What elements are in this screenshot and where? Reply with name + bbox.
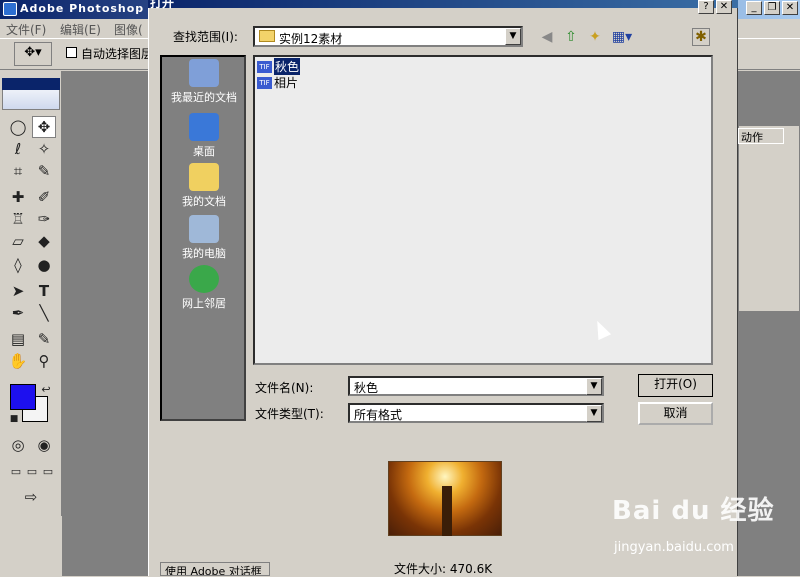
menu-image[interactable]: 图像( — [114, 21, 143, 38]
brush-tool-icon[interactable]: ✐ — [32, 186, 56, 208]
use-dialog-button[interactable]: 使用 Adobe 对话框 — [160, 562, 270, 576]
chevron-down-icon[interactable]: ▼ — [505, 28, 521, 45]
cancel-button[interactable]: 取消 — [638, 402, 713, 425]
history-brush-tool-icon[interactable]: ✑ — [32, 208, 56, 230]
jump-to-imageready-icon[interactable]: ⇨ — [6, 486, 56, 508]
place-my-computer[interactable]: 我的电脑 — [162, 215, 246, 261]
view-menu-icon[interactable]: ▦▾ — [610, 28, 634, 46]
place-my-documents[interactable]: 我的文档 — [162, 163, 246, 209]
my-computer-icon — [189, 215, 219, 243]
file-list: TIF 秋色 TIF 相片 — [253, 55, 713, 365]
file-name: 相片 — [274, 76, 299, 90]
file-size: 文件大小: 470.6K — [394, 562, 493, 576]
default-colors-icon[interactable]: ■ — [2, 408, 26, 430]
photoshop-logo-icon — [3, 2, 17, 16]
crop-tool-icon[interactable]: ⌗ — [6, 160, 30, 182]
place-network[interactable]: 网上邻居 — [162, 265, 246, 311]
chevron-down-icon[interactable]: ▼ — [586, 405, 602, 422]
dialog-title: 打开 — [150, 0, 175, 10]
app-minimize-button[interactable]: _ — [746, 1, 762, 15]
path-selection-tool-icon[interactable]: ➤ — [6, 280, 30, 302]
open-button[interactable]: 打开(O) — [638, 374, 713, 397]
screen-mode-full-icon[interactable]: ▭ — [36, 460, 60, 482]
list-item[interactable]: TIF 秋色 — [257, 58, 301, 75]
look-in-value: 实例12素材 — [279, 32, 343, 46]
toolbox-header — [2, 78, 60, 90]
clone-stamp-tool-icon[interactable]: ♖ — [6, 208, 30, 230]
pen-tool-icon[interactable]: ✒ — [6, 302, 30, 324]
dodge-tool-icon[interactable]: ● — [32, 254, 56, 276]
place-recent[interactable]: 我最近的文档 — [162, 59, 246, 105]
place-recent-label: 我最近的文档 — [171, 91, 237, 104]
type-tool-icon[interactable]: T — [32, 280, 56, 302]
place-desktop[interactable]: 桌面 — [162, 113, 246, 159]
notes-tool-icon[interactable]: ▤ — [6, 328, 30, 350]
app-title: Adobe Photoshop — [20, 2, 145, 15]
back-icon[interactable]: ◀ — [538, 28, 556, 46]
filename-label: 文件名(N): — [255, 381, 314, 395]
network-icon — [189, 265, 219, 293]
app-restore-button[interactable]: ❐ — [764, 1, 780, 15]
auto-select-label: 自动选择图层 — [81, 47, 154, 61]
desktop-icon — [189, 113, 219, 141]
filename-field[interactable]: 秋色 ▼ — [348, 376, 604, 396]
look-in-label: 查找范围(I): — [173, 30, 238, 44]
baidu-jingyan-watermark: Bai du 经验 — [612, 496, 775, 526]
hand-tool-icon[interactable]: ✋ — [6, 350, 30, 372]
look-in-combo[interactable]: 实例12素材 ▼ — [253, 26, 523, 47]
place-my-computer-label: 我的电脑 — [182, 247, 226, 260]
place-network-label: 网上邻居 — [182, 297, 226, 310]
paint-bucket-tool-icon[interactable]: ◆ — [32, 230, 56, 252]
tab-actions[interactable]: 动作 — [738, 128, 784, 144]
help-button[interactable]: ? — [698, 0, 714, 14]
eraser-tool-icon[interactable]: ▱ — [6, 230, 30, 252]
folder-shortcut-icon[interactable]: ✱ — [692, 28, 710, 46]
new-folder-icon[interactable]: ✦ — [586, 28, 604, 46]
folder-icon — [259, 30, 275, 42]
watermark-url: jingyan.baidu.com — [614, 540, 734, 555]
quick-mask-mode-icon[interactable]: ◉ — [32, 434, 56, 456]
slice-tool-icon[interactable]: ✎ — [32, 160, 56, 182]
app-close-button[interactable]: ✕ — [782, 1, 798, 15]
menu-edit[interactable]: 编辑(E) — [60, 21, 101, 38]
list-item[interactable]: TIF 相片 — [257, 75, 298, 90]
my-documents-icon — [189, 163, 219, 191]
zoom-tool-icon[interactable]: ⚲ — [32, 350, 56, 372]
marquee-tool-icon[interactable]: ◯ — [6, 116, 30, 138]
dialog-titlebar — [148, 0, 738, 8]
filetype-label: 文件类型(T): — [255, 407, 324, 421]
tif-file-icon: TIF — [257, 60, 272, 73]
up-folder-icon[interactable]: ⇧ — [562, 28, 580, 46]
filetype-select[interactable]: 所有格式 ▼ — [348, 403, 604, 423]
lasso-tool-icon[interactable]: ℓ — [6, 138, 30, 160]
swap-colors-icon[interactable]: ↩ — [34, 378, 58, 400]
auto-select-checkbox[interactable] — [66, 47, 77, 58]
place-my-documents-label: 我的文档 — [182, 195, 226, 208]
chevron-down-icon[interactable]: ▼ — [586, 378, 602, 395]
place-desktop-label: 桌面 — [193, 145, 215, 158]
file-name: 秋色 — [274, 58, 301, 75]
menu-file[interactable]: 文件(F) — [6, 21, 46, 38]
move-tool-icon[interactable]: ✥ — [32, 116, 56, 138]
foreground-color-swatch[interactable] — [10, 384, 36, 410]
preview-tree-trunk — [442, 486, 452, 536]
blur-tool-icon[interactable]: ◊ — [6, 254, 30, 276]
dialog-close-button[interactable]: ✕ — [716, 0, 732, 14]
palette-titlebar — [738, 112, 800, 126]
line-tool-icon[interactable]: ╲ — [32, 302, 56, 324]
standard-mode-icon[interactable]: ◎ — [6, 434, 30, 456]
move-tool-preset-icon[interactable]: ✥▾ — [14, 42, 52, 66]
filetype-value: 所有格式 — [354, 408, 403, 422]
healing-brush-tool-icon[interactable]: ✚ — [6, 186, 30, 208]
recent-docs-icon — [189, 59, 219, 87]
places-bar: 我最近的文档 桌面 我的文档 我的电脑 网上邻居 — [160, 55, 246, 421]
magic-wand-tool-icon[interactable]: ✧ — [32, 138, 56, 160]
filename-value: 秋色 — [354, 381, 379, 395]
eyedropper-tool-icon[interactable]: ✎ — [32, 328, 56, 350]
tif-file-icon: TIF — [257, 76, 272, 89]
